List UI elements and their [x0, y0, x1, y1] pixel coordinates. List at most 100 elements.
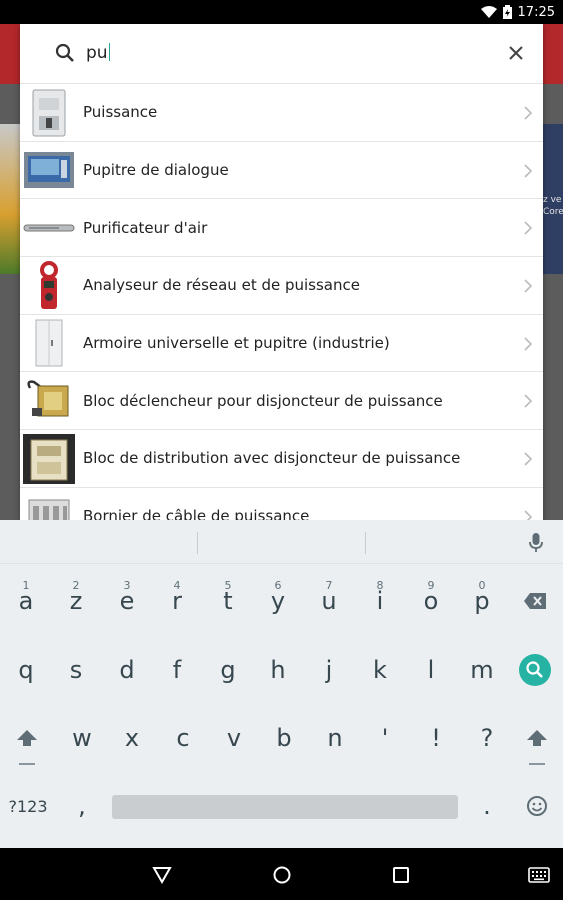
search-query-text: pu — [86, 43, 108, 63]
shift-key[interactable] — [2, 708, 52, 768]
shift-indicator — [529, 763, 545, 765]
key-a[interactable]: 1a — [1, 571, 51, 631]
key-o[interactable]: 9o — [406, 571, 456, 631]
background-text-line: Core — [543, 207, 563, 217]
key-e[interactable]: 3e — [102, 571, 152, 631]
key-char: l — [427, 656, 435, 684]
emoji-key[interactable] — [512, 776, 562, 836]
chevron-right-icon — [524, 452, 533, 466]
recents-icon[interactable] — [392, 866, 410, 884]
chevron-right-icon — [524, 164, 533, 178]
result-row[interactable]: Analyseur de réseau et de puissance — [20, 257, 543, 315]
status-time: 17:25 — [517, 4, 555, 20]
key-char: g — [220, 656, 236, 684]
key-char: f — [172, 656, 182, 684]
key-char: s — [69, 656, 83, 684]
close-icon[interactable] — [507, 44, 525, 62]
key-hint: 3 — [123, 579, 131, 592]
shift-icon — [527, 730, 547, 746]
key-char: ' — [381, 724, 389, 752]
key-j[interactable]: j — [304, 640, 354, 700]
key-period[interactable]: . — [462, 776, 512, 836]
background-text-line: z ve — [543, 195, 562, 205]
key-b[interactable]: b — [259, 708, 309, 768]
suggestion-divider — [197, 532, 198, 554]
navigation-bar — [0, 848, 563, 900]
key-i[interactable]: 8i — [355, 571, 405, 631]
emoji-icon — [527, 796, 547, 816]
result-label: Bloc déclencheur pour disjoncteur de pui… — [83, 391, 443, 410]
key-w[interactable]: w — [57, 708, 107, 768]
key-q[interactable]: q — [1, 640, 51, 700]
key-char: . — [483, 792, 491, 820]
key-char: d — [119, 656, 135, 684]
key-exclamation[interactable]: ! — [411, 708, 461, 768]
search-bar: pu — [20, 24, 543, 84]
key-x[interactable]: x — [107, 708, 157, 768]
search-icon — [519, 654, 551, 686]
chevron-right-icon — [524, 394, 533, 409]
key-char: q — [18, 656, 34, 684]
shift-key-right[interactable] — [512, 708, 562, 768]
key-p[interactable]: 0p — [457, 571, 507, 631]
key-k[interactable]: k — [355, 640, 405, 700]
key-char: m — [470, 656, 494, 684]
key-d[interactable]: d — [102, 640, 152, 700]
chevron-right-icon — [524, 279, 533, 293]
air-purifier-icon — [23, 202, 75, 253]
chevron-right-icon — [524, 106, 533, 120]
key-z[interactable]: 2z — [51, 571, 101, 631]
key-h[interactable]: h — [253, 640, 303, 700]
chevron-right-icon — [524, 337, 533, 351]
result-row[interactable]: Armoire universelle et pupitre (industri… — [20, 315, 543, 373]
key-apostrophe[interactable]: ' — [360, 708, 410, 768]
key-y[interactable]: 6y — [253, 571, 303, 631]
backspace-key[interactable] — [510, 571, 560, 631]
spacebar[interactable] — [112, 795, 458, 819]
search-input[interactable]: pu — [86, 43, 110, 63]
key-char: x — [124, 724, 140, 752]
key-v[interactable]: v — [209, 708, 259, 768]
result-row[interactable]: Bornier de câble de puissance — [20, 488, 543, 520]
result-label: Pupitre de dialogue — [83, 161, 229, 180]
screen: 17:25 z ve Core pu Puissance Pupitre de … — [0, 0, 563, 900]
key-u[interactable]: 7u — [304, 571, 354, 631]
key-question[interactable]: ? — [462, 708, 512, 768]
key-hint: 5 — [224, 579, 232, 592]
suggestion-divider — [365, 532, 366, 554]
key-char: b — [276, 724, 292, 752]
search-key[interactable] — [510, 640, 560, 700]
result-row[interactable]: Pupitre de dialogue — [20, 142, 543, 200]
key-f[interactable]: f — [152, 640, 202, 700]
key-char: w — [72, 724, 92, 752]
key-s[interactable]: s — [51, 640, 101, 700]
key-g[interactable]: g — [203, 640, 253, 700]
key-hint: 2 — [72, 579, 80, 592]
result-row[interactable]: Bloc de distribution avec disjoncteur de… — [20, 430, 543, 488]
key-l[interactable]: l — [406, 640, 456, 700]
key-char: k — [373, 656, 387, 684]
key-hint: 6 — [274, 579, 282, 592]
distribution-block-icon — [23, 433, 75, 484]
result-row[interactable]: Puissance — [20, 84, 543, 142]
suggestion-strip — [0, 520, 563, 564]
result-label: Bloc de distribution avec disjoncteur de… — [83, 449, 461, 468]
home-icon[interactable] — [272, 865, 292, 885]
key-hint: 4 — [173, 579, 181, 592]
back-icon[interactable] — [152, 866, 172, 884]
key-comma[interactable]: , — [57, 776, 107, 836]
key-char: n — [327, 724, 343, 752]
key-t[interactable]: 5t — [203, 571, 253, 631]
key-c[interactable]: c — [158, 708, 208, 768]
key-r[interactable]: 4r — [152, 571, 202, 631]
microphone-icon[interactable] — [528, 532, 544, 554]
result-row[interactable]: Bloc déclencheur pour disjoncteur de pui… — [20, 372, 543, 431]
key-hint: 7 — [325, 579, 333, 592]
result-label: Armoire universelle et pupitre (industri… — [83, 334, 390, 353]
key-m[interactable]: m — [457, 640, 507, 700]
search-icon — [55, 43, 74, 62]
symbols-key[interactable]: ?123 — [3, 776, 53, 836]
result-row[interactable]: Purificateur d'air — [20, 199, 543, 258]
keyboard-switch-icon[interactable] — [528, 867, 550, 883]
key-n[interactable]: n — [310, 708, 360, 768]
